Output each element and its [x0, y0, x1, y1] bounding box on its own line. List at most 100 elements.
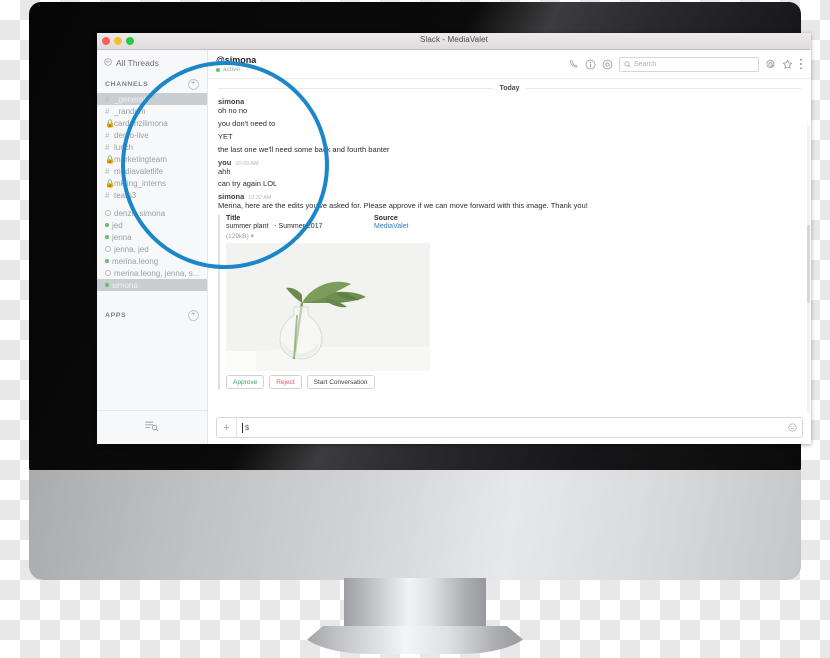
sidebar-channel-lunch[interactable]: # lunch [97, 141, 207, 153]
composer-box[interactable]: + $ [216, 417, 803, 438]
sidebar-dm-jenna-jed[interactable]: jenna, jed [97, 243, 207, 255]
apps-header-label: APPS [105, 312, 127, 319]
group-presence-icon [105, 210, 111, 216]
message-text: YET [218, 131, 233, 141]
channel-label: marketingteam [114, 154, 167, 164]
channel-label: mkting_interns [114, 178, 167, 188]
message-text: can try again LOL [218, 179, 278, 189]
kebab-menu-icon[interactable] [799, 58, 803, 70]
imac-monitor: Slack - MediaValet All Threads CHANNELS … [29, 2, 811, 472]
search-list-icon[interactable] [145, 419, 159, 437]
message-text: Merina, here are the edits you've asked … [218, 201, 588, 211]
plus-icon[interactable]: + [217, 418, 237, 437]
message-list[interactable]: Today simona oh no no you don't need to [208, 79, 811, 413]
star-icon[interactable] [782, 59, 793, 70]
channel-header: @simona active Search [208, 50, 811, 79]
message-row: YET [218, 131, 801, 144]
sidebar-item-all-threads[interactable]: All Threads [97, 50, 207, 74]
sidebar-channel-team3[interactable]: # team3 [97, 189, 207, 201]
message-text: ahh [218, 166, 231, 176]
scrollbar-thumb[interactable] [807, 225, 810, 303]
day-divider-label: Today [499, 85, 520, 92]
message-row-attachment: simona 10:32 AM Merina, here are the edi… [218, 191, 801, 390]
sidebar-channel-mediavaletlife[interactable]: # mediavaletlife [97, 165, 207, 177]
attachment-title-field: Title summer plant - Summer 2017 [226, 215, 374, 230]
scrollbar-track[interactable] [807, 125, 810, 413]
sidebar-channel-marketingteam[interactable]: 🔒 marketingteam [97, 153, 207, 165]
hash-icon: # [105, 130, 110, 140]
channel-label: demo-live [114, 130, 149, 140]
sidebar-channel-general[interactable]: # _general [97, 93, 207, 105]
presence-icon [105, 235, 109, 239]
attachment-size[interactable]: (129kB) ▾ [226, 232, 801, 240]
channel-label: _general [114, 94, 146, 104]
reject-button[interactable]: Reject [269, 375, 302, 390]
sidebar-dm-jenna[interactable]: jenna [97, 231, 207, 243]
message-row: can try again LOL [218, 178, 801, 191]
message-text: oh no no [218, 106, 248, 115]
channels-header-label: CHANNELS [105, 81, 149, 88]
sidebar-channel-random[interactable]: # _random [97, 105, 207, 117]
header-actions: Search [569, 56, 803, 72]
attachment-source-field: Source MediaValet [374, 215, 409, 230]
hash-icon: # [105, 190, 110, 200]
search-input[interactable]: Search [619, 56, 759, 72]
message-text: you don't need to [218, 118, 276, 128]
day-divider: Today [218, 85, 802, 92]
attachment-image[interactable] [226, 243, 430, 372]
presence-label: active [223, 66, 240, 73]
lock-icon: 🔒 [105, 154, 115, 164]
message-author[interactable]: simona [218, 97, 244, 106]
channel-label: _random [114, 106, 146, 116]
sidebar-dm-jed[interactable]: jed [97, 219, 207, 231]
slack-window: Slack - MediaValet All Threads CHANNELS … [97, 33, 811, 444]
chevron-down-icon[interactable]: ▾ [251, 233, 254, 240]
presence-icon [105, 259, 109, 263]
message-row: the last one we'll need some back and fo… [218, 144, 801, 157]
sidebar-dm-denzil-simona[interactable]: denzil, simona [97, 207, 207, 219]
info-icon[interactable] [585, 59, 596, 70]
message-input[interactable]: $ [237, 422, 788, 433]
hash-icon: # [105, 166, 110, 176]
sidebar-channel-mkting-interns[interactable]: 🔒 mkting_interns [97, 177, 207, 189]
message-input-value: $ [245, 423, 250, 432]
apps-section-header: APPS + [97, 305, 207, 324]
message-composer: + $ [208, 413, 811, 444]
message-author[interactable]: simona [218, 192, 244, 201]
add-app-button[interactable]: + [188, 310, 199, 321]
message-row: you 10:09 AM ahh [218, 157, 801, 179]
lock-icon: 🔒 [105, 178, 115, 188]
mediavalet-link[interactable]: MediaValet [374, 223, 409, 230]
main-panel: @simona active Search Today simona oh no… [208, 50, 811, 444]
group-presence-icon [105, 246, 111, 252]
message-row: simona oh no no [218, 96, 801, 118]
attachment-title-text: summer plant [226, 223, 269, 231]
attachment-source-label: Source [374, 215, 398, 223]
phone-icon[interactable] [569, 59, 579, 69]
message-author[interactable]: you [218, 158, 231, 167]
start-conversation-button[interactable]: Start Conversation [306, 375, 375, 390]
add-channel-button[interactable]: + [188, 79, 199, 90]
attachment-fields: Title summer plant - Summer 2017 Source [226, 215, 801, 230]
attachment-actions: Approve Reject Start Conversation [226, 375, 801, 390]
approve-button[interactable]: Approve [226, 375, 265, 390]
presence-icon [105, 283, 109, 287]
gear-icon[interactable] [602, 59, 613, 70]
emoji-icon[interactable] [788, 423, 802, 432]
monitor-stand-foot [300, 626, 530, 654]
channel-title: @simona [216, 55, 257, 65]
sidebar-footer [97, 410, 207, 444]
message-row: you don't need to [218, 118, 801, 131]
sidebar-channel-cardenzilimona[interactable]: 🔒 cardenzilimona [97, 117, 207, 129]
group-presence-icon [105, 270, 111, 276]
presence-icon [216, 67, 220, 72]
dm-label: simona [112, 280, 138, 290]
channel-label: cardenzilimona [114, 118, 168, 128]
channel-label: team3 [114, 190, 137, 200]
dm-label: merina.leong, jenna, s... [114, 268, 200, 278]
sidebar-channel-demo-live[interactable]: # demo-live [97, 129, 207, 141]
sidebar-dm-merina-leong[interactable]: merina.leong [97, 255, 207, 267]
mention-icon[interactable] [765, 59, 776, 70]
sidebar-dm-simona[interactable]: simona [97, 279, 207, 291]
sidebar-dm-merina-group[interactable]: merina.leong, jenna, s... [97, 267, 207, 279]
